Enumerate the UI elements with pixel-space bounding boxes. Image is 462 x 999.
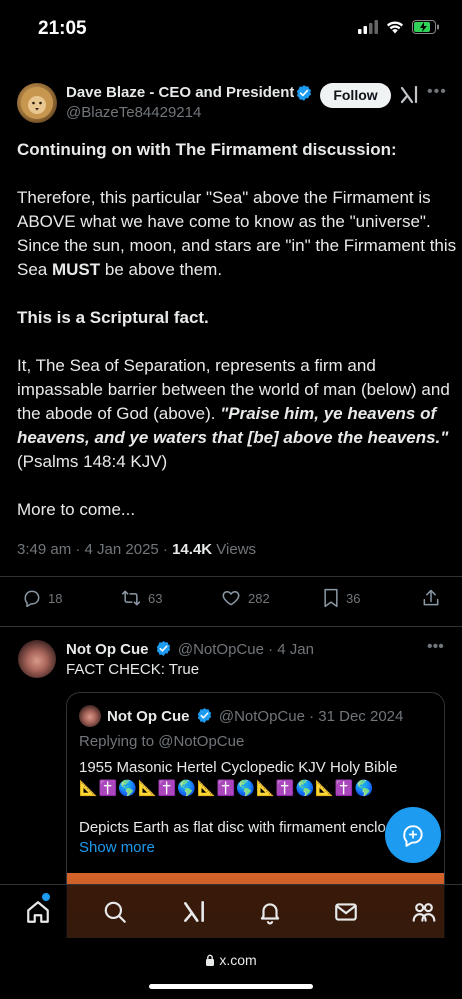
post-body: Continuing on with The Firmament discuss…	[17, 138, 457, 546]
reply-author-name[interactable]: Not Op Cue	[66, 641, 149, 658]
home-indicator[interactable]	[149, 984, 313, 989]
post-paragraph-2: This is a Scriptural fact.	[17, 308, 209, 327]
verified-badge-icon	[197, 708, 211, 723]
verified-badge-icon	[156, 641, 170, 656]
search-icon[interactable]	[102, 899, 128, 925]
lock-icon	[206, 954, 215, 966]
compose-reply-button[interactable]	[385, 807, 441, 863]
paragraph-text: be above them.	[100, 260, 223, 279]
post-meta: 3:49 am · 4 Jan 2025 · 14.4K Views	[17, 541, 256, 558]
more-options-icon[interactable]: •••	[427, 638, 444, 656]
signal-icon	[358, 20, 378, 34]
home-icon[interactable]	[25, 899, 51, 925]
reply-icon	[24, 590, 40, 608]
post-paragraph-1: Therefore, this particular "Sea" above t…	[17, 186, 457, 282]
post-paragraph-3: It, The Sea of Separation, represents a …	[17, 354, 457, 474]
views-count: 14.4K	[172, 541, 213, 558]
divider	[0, 626, 462, 627]
reply-count: 18	[48, 590, 63, 606]
reply-date: · 4 Jan	[263, 641, 314, 658]
replying-to: Replying to @NotOpCue	[79, 733, 245, 750]
quote-emojis: 📐✝️🌎📐✝️🌎📐✝️🌎📐✝️🌎📐✝️🌎	[79, 780, 375, 797]
post-timestamp[interactable]: 3:49 am · 4 Jan 2025 ·	[17, 541, 172, 558]
verified-badge-icon	[296, 85, 312, 101]
url-display[interactable]: x.com	[0, 952, 462, 968]
status-bar: 21:05	[0, 0, 462, 60]
bookmark-count: 36	[346, 590, 361, 606]
repost-count: 63	[148, 590, 163, 606]
status-icons	[358, 20, 440, 34]
author-name[interactable]: Dave Blaze - CEO and President	[66, 84, 294, 101]
divider	[0, 576, 462, 577]
show-more-link[interactable]: Show more	[79, 839, 155, 856]
quote-description: Depicts Earth as flat disc with firmamen…	[79, 819, 410, 836]
author-avatar[interactable]	[17, 83, 57, 123]
bottom-tab-bar	[0, 884, 462, 938]
quote-avatar	[79, 705, 101, 727]
views-label: Views	[212, 541, 257, 558]
quote-author-name: Not Op Cue	[107, 708, 190, 725]
action-bar: 18 63 282 36	[0, 588, 462, 612]
lion-avatar-icon	[21, 87, 53, 119]
bookmark-icon	[324, 588, 338, 608]
bookmark-button[interactable]: 36	[322, 588, 360, 608]
author-handle[interactable]: @BlazeTe84429214	[66, 104, 201, 121]
status-time: 21:05	[38, 18, 87, 39]
quote-author-handle: @NotOpCue	[218, 708, 305, 725]
like-count: 282	[248, 590, 270, 606]
quote-date: · 31 Dec 2024	[304, 708, 404, 725]
post-heading: Continuing on with The Firmament discuss…	[17, 140, 397, 159]
compose-bubble-icon	[403, 825, 423, 847]
grok-icon[interactable]	[399, 85, 419, 105]
repost-button[interactable]: 63	[120, 588, 162, 608]
battery-icon	[412, 20, 439, 34]
paragraph-bold: MUST	[51, 260, 101, 279]
post-paragraph-4: More to come...	[17, 500, 136, 519]
repost-icon	[121, 590, 141, 606]
messages-envelope-icon[interactable]	[333, 899, 359, 925]
paragraph-text: (Psalms 148:4 KJV)	[17, 452, 168, 471]
reply-header: Not Op Cue @NotOpCue · 4 Jan	[66, 640, 314, 658]
reply-button[interactable]: 18	[22, 588, 62, 608]
browser-url-bar[interactable]: x.com	[0, 938, 462, 999]
follow-button[interactable]: Follow	[320, 83, 391, 108]
communities-icon[interactable]	[411, 899, 437, 925]
heart-icon	[222, 591, 240, 606]
notification-dot	[42, 893, 50, 901]
quote-text: 1955 Masonic Hertel Cyclopedic KJV Holy …	[79, 759, 398, 776]
reply-author-handle[interactable]: @NotOpCue	[178, 641, 264, 658]
more-options-icon[interactable]: •••	[427, 83, 447, 101]
like-button[interactable]: 282	[220, 588, 270, 608]
url-domain: x.com	[219, 952, 257, 968]
notifications-bell-icon[interactable]	[257, 899, 283, 925]
reply-text: FACT CHECK: True	[66, 661, 200, 678]
share-button[interactable]	[421, 588, 441, 608]
quote-header: Not Op Cue @NotOpCue · 31 Dec 2024	[107, 707, 403, 725]
wifi-icon	[387, 21, 403, 34]
reply-avatar[interactable]	[18, 640, 56, 678]
grok-icon[interactable]	[181, 899, 207, 925]
share-icon	[423, 589, 439, 606]
